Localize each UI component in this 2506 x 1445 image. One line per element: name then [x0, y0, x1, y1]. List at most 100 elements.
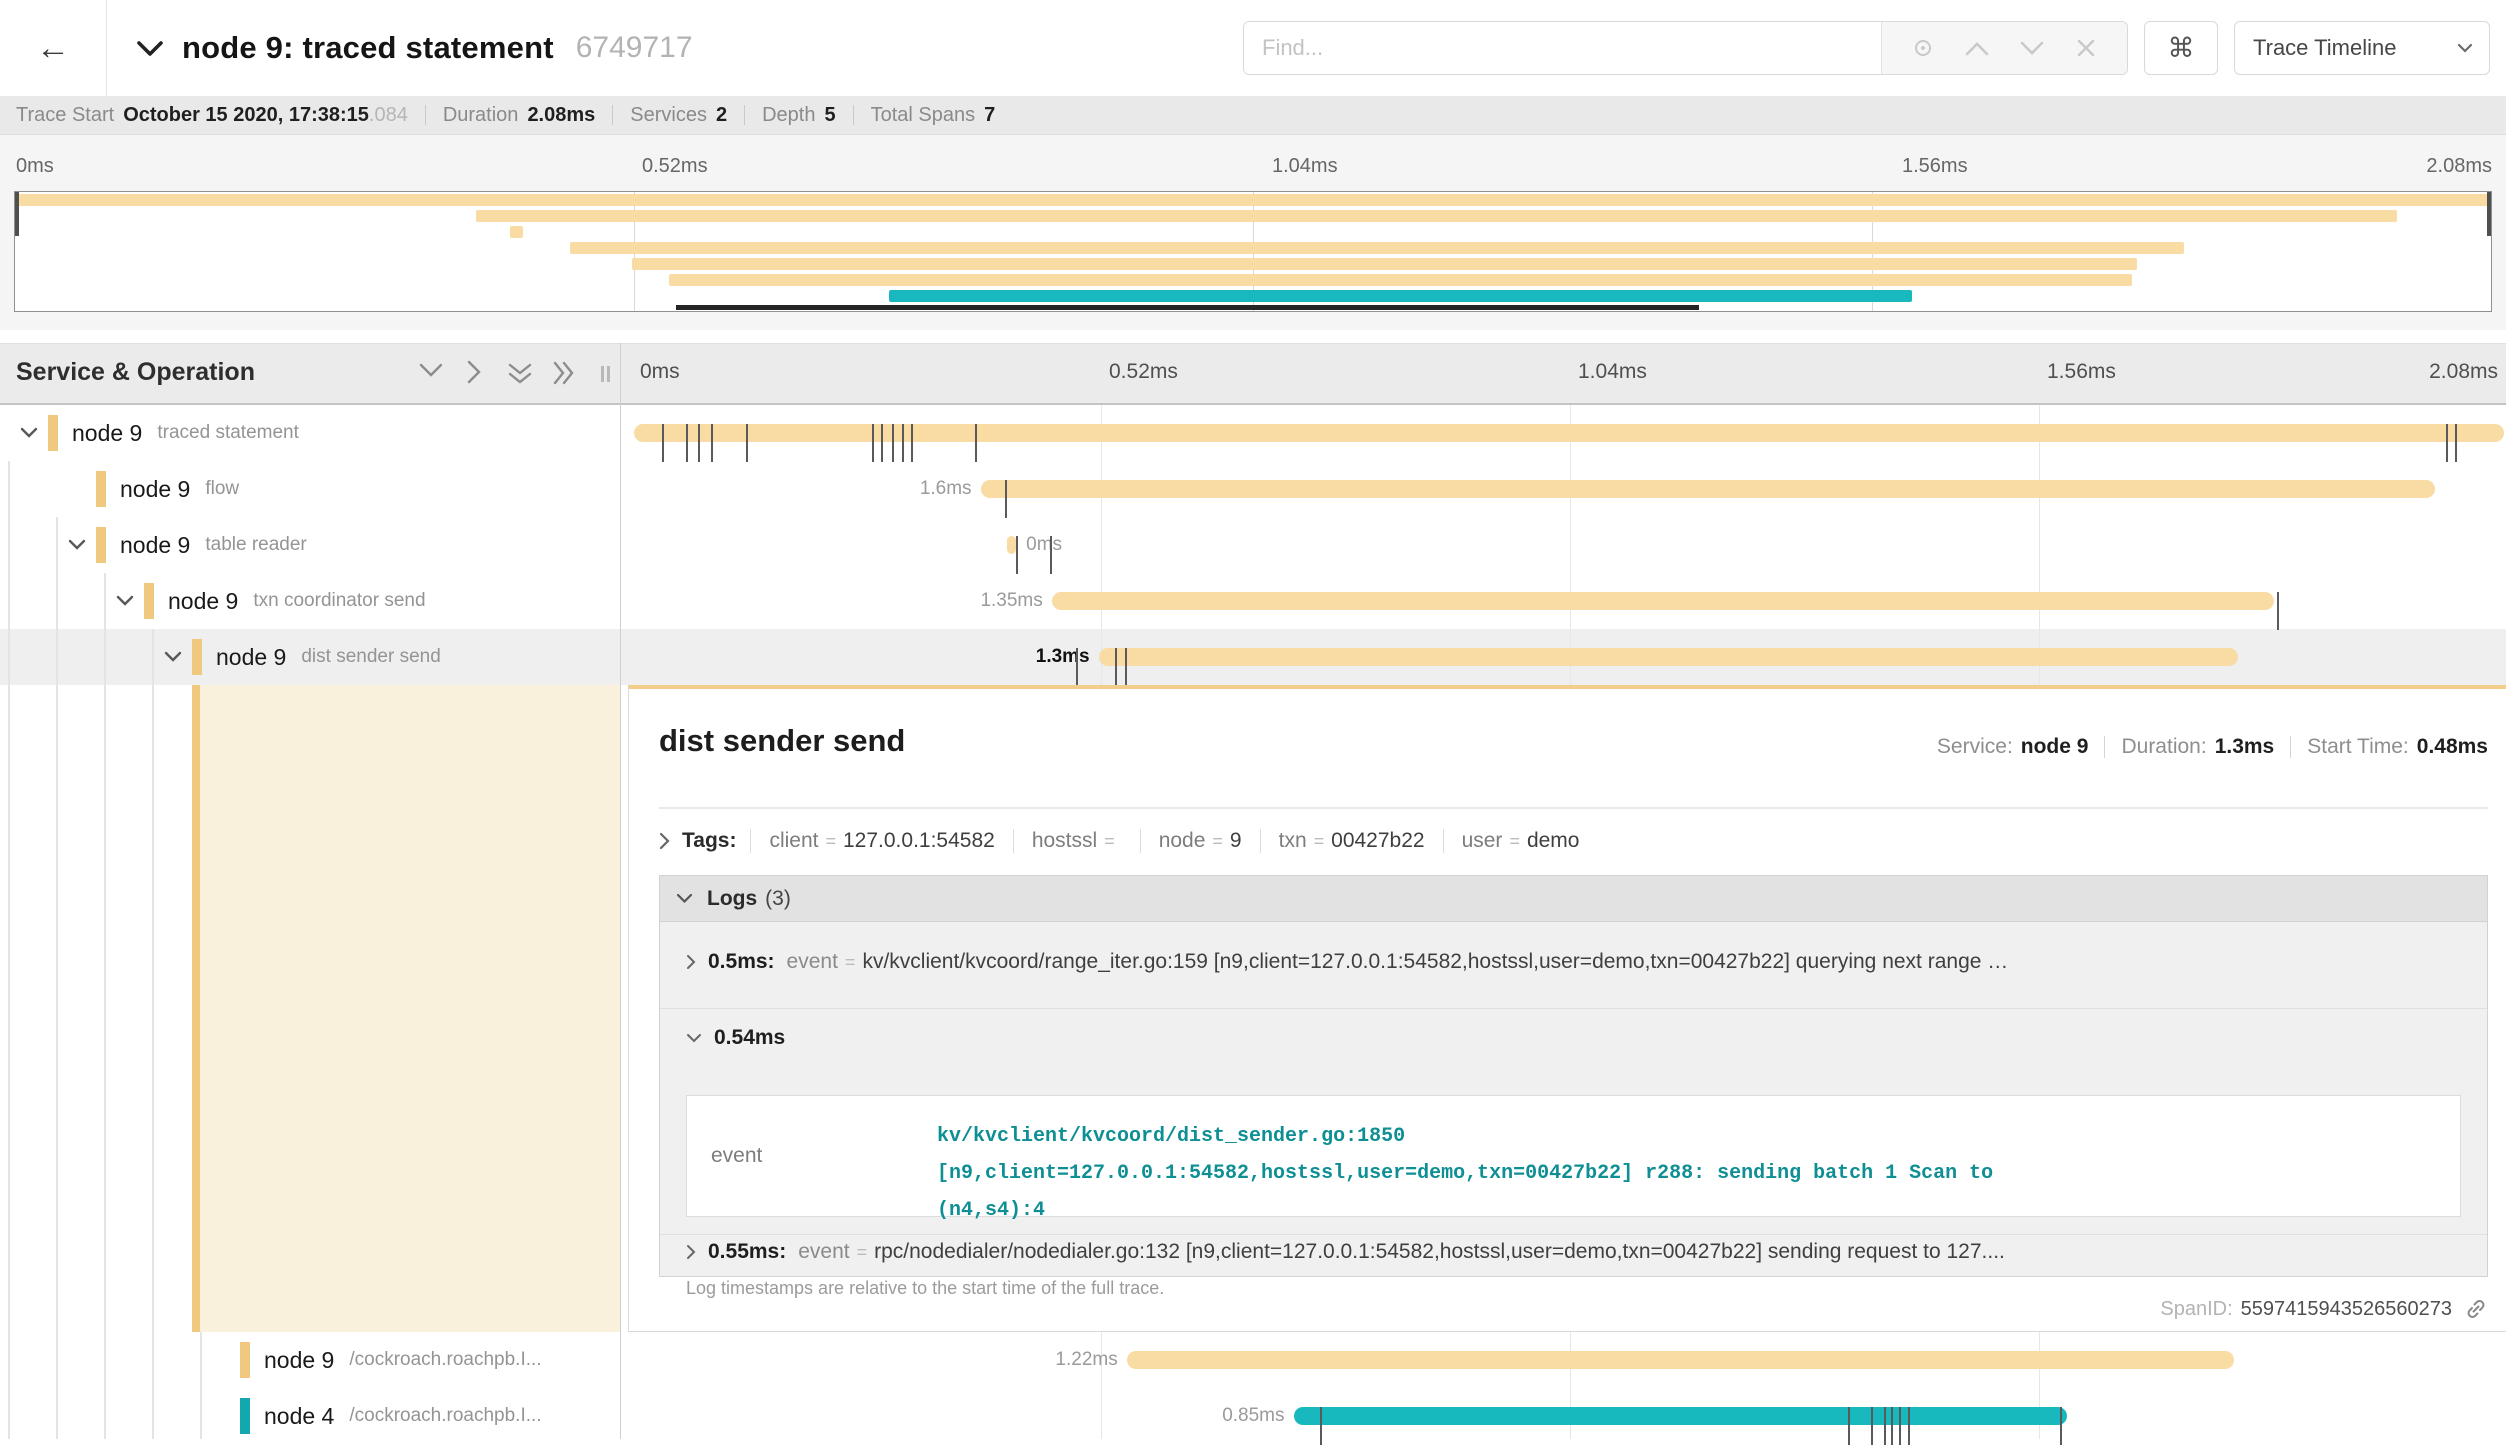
span-name-cell[interactable]: node 9 dist sender send: [0, 629, 620, 685]
span-name-cell[interactable]: node 4 /cockroach.roachpb.I...: [0, 1388, 620, 1444]
logs-section: Logs (3) 0.5ms: event = kv/kvclient/kvco…: [659, 875, 2488, 1277]
minimap-tick-2: 1.04ms: [1272, 155, 1338, 178]
duration-label: Duration:: [2121, 735, 2206, 759]
log-field-value: kv/kvclient/kvcoord/range_iter.go:159 [n…: [862, 950, 2008, 974]
trace-title-row[interactable]: node 9: traced statement 6749717: [136, 0, 693, 96]
chevron-down-icon[interactable]: [116, 595, 134, 606]
span-name-cell[interactable]: node 9 txn coordinator send: [0, 573, 620, 629]
span-duration-label: 1.6ms: [920, 478, 972, 500]
span-row-txn-coordinator-send[interactable]: node 9 txn coordinator send 1.35ms: [0, 573, 2506, 629]
span-duration-label: 1.3ms: [1036, 646, 1090, 668]
logs-header[interactable]: Logs (3): [660, 876, 2487, 922]
operation-name: dist sender send: [301, 646, 440, 668]
log-entry-3[interactable]: 0.55ms: event = rpc/nodedialer/nodediale…: [686, 1240, 2463, 1264]
chevron-right-icon: [686, 954, 696, 970]
find-input[interactable]: [1244, 22, 1881, 74]
services-label: Services: [630, 104, 707, 127]
next-match-icon[interactable]: [2015, 31, 2049, 65]
span-detail-panel: dist sender send Service: node 9 Duratio…: [628, 685, 2506, 1332]
service-label: Service:: [1937, 735, 2013, 759]
tag-user: user=demo: [1443, 829, 1598, 853]
log-timestamp: 0.54ms: [714, 1026, 785, 1050]
span-name-cell[interactable]: node 9 table reader: [0, 517, 620, 573]
depth-value: 5: [824, 104, 835, 127]
column-divider[interactable]: [620, 343, 621, 1439]
deep-link-icon[interactable]: [2464, 1297, 2488, 1321]
collapse-one-icon[interactable]: [418, 362, 444, 378]
span-bar[interactable]: 1.35ms: [1052, 592, 2274, 610]
prev-match-icon[interactable]: [1960, 31, 1994, 65]
minimap-tick-3: 1.56ms: [1902, 155, 1968, 178]
chevron-down-icon[interactable]: [20, 427, 38, 438]
clear-find-icon[interactable]: [2069, 31, 2103, 65]
back-button[interactable]: ←: [0, 0, 107, 96]
log-field-value: kv/kvclient/kvcoord/dist_sender.go:1850 …: [937, 1096, 2047, 1216]
top-header: ← node 9: traced statement 6749717 ⌘: [0, 0, 2506, 96]
span-duration-label: 0ms: [1026, 534, 1062, 556]
span-bar[interactable]: 1.22ms: [1127, 1351, 2235, 1369]
span-bar[interactable]: [634, 424, 2504, 442]
operation-name: flow: [205, 478, 239, 500]
logs-footer-note: Log timestamps are relative to the start…: [686, 1278, 1164, 1299]
keyboard-shortcuts-button[interactable]: ⌘: [2144, 21, 2218, 75]
minimap-bar: [510, 226, 522, 238]
span-duration-label: 0.85ms: [1222, 1405, 1284, 1427]
tags-toggle-row[interactable]: Tags: client=127.0.0.1:54582 hostssl= no…: [659, 829, 1597, 853]
trace-view-select[interactable]: Trace Timeline: [2234, 21, 2490, 75]
trace-minimap: 0ms 0.52ms 1.04ms 1.56ms 2.08ms: [0, 135, 2506, 330]
column-resize-grip[interactable]: [607, 366, 610, 382]
log-entry-1[interactable]: 0.5ms: event = kv/kvclient/kvcoord/range…: [686, 950, 2463, 974]
minimap-viewport-indicator[interactable]: [676, 305, 1699, 310]
collapse-all-icon[interactable]: [506, 362, 534, 386]
minimap-canvas[interactable]: [14, 191, 2492, 312]
tag-txn: txn=00427b22: [1260, 829, 1443, 853]
chevron-down-icon[interactable]: [164, 651, 182, 662]
minimap-bar: [632, 258, 2137, 270]
span-name-cell[interactable]: node 9 traced statement: [0, 405, 620, 461]
span-duration-label: 1.22ms: [1055, 1349, 1117, 1371]
collapse-trace-chevron-icon[interactable]: [136, 40, 164, 57]
span-row-dist-sender-send[interactable]: node 9 dist sender send 1.3ms: [0, 629, 2506, 685]
minimap-tick-0: 0ms: [16, 155, 54, 178]
span-row-table-reader[interactable]: node 9 table reader 0ms: [0, 517, 2506, 573]
command-icon: ⌘: [2168, 33, 2195, 64]
log-entry-2[interactable]: 0.54ms: [686, 1026, 2463, 1050]
logs-title: Logs: [707, 887, 757, 911]
detail-overview: Service: node 9 Duration: 1.3ms Start Ti…: [1937, 735, 2488, 759]
span-track: 1.3ms: [632, 629, 2506, 685]
span-track: 0ms: [632, 517, 2506, 573]
trace-summary-bar: Trace Start October 15 2020, 17:38:15 .0…: [0, 96, 2506, 135]
span-bar[interactable]: 0ms: [1007, 536, 1016, 554]
service-value: node 9: [2021, 735, 2089, 759]
span-row-flow[interactable]: node 9 flow 1.6ms: [0, 461, 2506, 517]
detail-span-title[interactable]: dist sender send: [659, 723, 905, 759]
span-name-cell[interactable]: node 9 /cockroach.roachpb.I...: [0, 1332, 620, 1388]
span-row-roachpb-node4[interactable]: node 4 /cockroach.roachpb.I... 0.85ms: [0, 1388, 2506, 1444]
span-bar[interactable]: 1.3ms: [1099, 648, 2238, 666]
span-row-roachpb-node9[interactable]: node 9 /cockroach.roachpb.I... 1.22ms: [0, 1332, 2506, 1388]
span-row-traced-statement[interactable]: node 9 traced statement: [0, 405, 2506, 461]
logs-count: (3): [765, 887, 791, 911]
trace-id: 6749717: [576, 31, 693, 65]
minimap-right-scrubber[interactable]: [2487, 192, 2491, 236]
detail-color-accent: [192, 685, 200, 1332]
span-bar[interactable]: 1.6ms: [981, 480, 2435, 498]
minimap-bar: [476, 210, 2397, 222]
ruler-tick-2: 1.04ms: [1578, 360, 1647, 384]
chevron-down-icon[interactable]: [68, 539, 86, 550]
span-track: 1.22ms: [632, 1332, 2506, 1388]
duration-value: 2.08ms: [527, 104, 595, 127]
page-title: node 9: traced statement: [182, 30, 554, 66]
expand-all-icon[interactable]: [552, 360, 576, 386]
service-color-bar: [240, 1342, 250, 1378]
expand-one-icon[interactable]: [466, 359, 482, 385]
column-resize-grip[interactable]: [601, 366, 604, 382]
minimap-left-scrubber[interactable]: [15, 192, 19, 236]
span-bar[interactable]: 0.85ms: [1294, 1407, 2068, 1425]
back-arrow-icon: ←: [36, 29, 70, 68]
locate-icon[interactable]: [1906, 31, 1940, 65]
detail-left-fill: [200, 685, 620, 1332]
operation-name: /cockroach.roachpb.I...: [349, 1349, 541, 1371]
span-id-label: SpanID:: [2160, 1298, 2232, 1321]
span-name-cell[interactable]: node 9 flow: [0, 461, 620, 517]
